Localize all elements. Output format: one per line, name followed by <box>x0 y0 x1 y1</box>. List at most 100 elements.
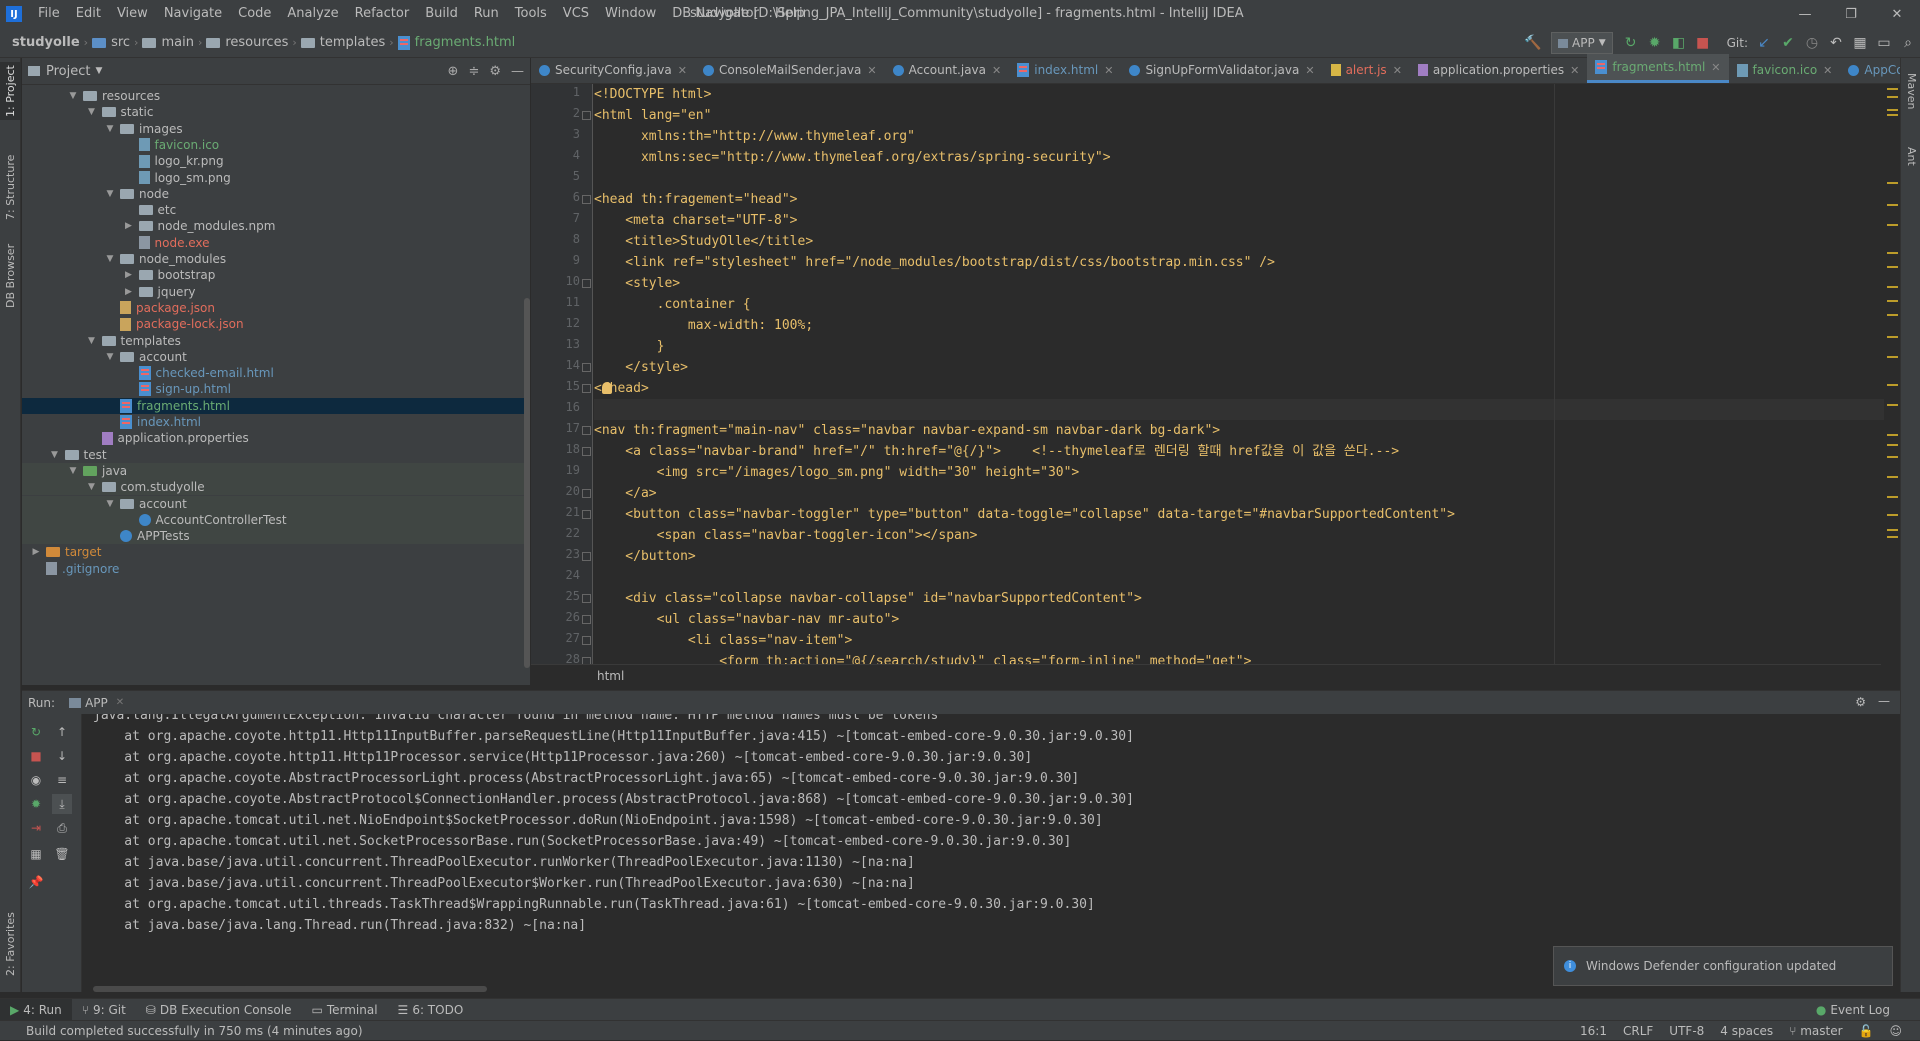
hide-panel-icon[interactable]: — <box>511 64 524 79</box>
chevron-down-icon[interactable]: ▼ <box>95 66 102 76</box>
tool-tab-maven[interactable]: Maven <box>1901 66 1920 116</box>
close-icon[interactable]: ✕ <box>1305 64 1314 77</box>
caret-position[interactable]: 16:1 <box>1572 1024 1615 1038</box>
fold-marker-icon[interactable] <box>582 510 591 519</box>
tree-node[interactable]: APPTests <box>22 528 530 545</box>
run-config-select[interactable]: APP ▼ <box>1551 32 1613 54</box>
console-line[interactable]: java.lang.IllegalArgumentException: Inva… <box>93 714 938 726</box>
line-separator[interactable]: CRLF <box>1615 1024 1661 1038</box>
breadcrumb-item[interactable]: fragments.html <box>394 35 520 50</box>
trash-icon[interactable]: 🗑 <box>52 844 72 864</box>
presentation-mode-icon[interactable]: ▭ <box>1872 31 1896 55</box>
console-line[interactable]: at org.apache.coyote.http11.Http11Proces… <box>93 747 1032 768</box>
project-view-label[interactable]: Project <box>46 64 90 79</box>
debug-bug-icon[interactable]: ✹ <box>26 794 46 814</box>
project-structure-icon[interactable]: ▦ <box>1848 31 1872 55</box>
console-horizontal-scrollbar[interactable] <box>93 986 487 992</box>
tree-node[interactable]: ▼ templates <box>22 333 530 349</box>
warning-mark[interactable] <box>1887 356 1898 358</box>
hide-panel-icon[interactable]: — <box>1878 694 1890 708</box>
warning-mark[interactable] <box>1887 204 1898 206</box>
tree-node[interactable]: ▼ com.studyolle <box>22 479 530 496</box>
menu-tools[interactable]: Tools <box>507 0 555 28</box>
warning-mark[interactable] <box>1887 109 1898 111</box>
tree-node[interactable]: AccountControllerTest <box>22 511 530 528</box>
git-history-clock-icon[interactable]: ◷ <box>1800 31 1824 55</box>
close-icon[interactable]: ✕ <box>1711 61 1720 74</box>
console-line[interactable]: at org.apache.tomcat.util.threads.TaskTh… <box>93 894 1095 915</box>
expanded-arrow-icon[interactable]: ▼ <box>104 124 116 134</box>
warning-mark[interactable] <box>1887 266 1898 268</box>
scroll-up-icon[interactable]: ↑ <box>52 722 72 742</box>
editor-tab[interactable]: favicon.ico ✕ <box>1729 57 1841 83</box>
tree-node[interactable]: ▼ images <box>22 121 530 137</box>
close-icon[interactable]: ✕ <box>1104 64 1113 77</box>
breadcrumb-item[interactable]: templates <box>297 35 389 50</box>
console-line[interactable]: at java.base/java.lang.Thread.run(Thread… <box>93 915 586 936</box>
tool-tab-project[interactable]: 1: Project <box>0 62 21 120</box>
warning-mark[interactable] <box>1887 224 1898 226</box>
tree-node[interactable]: package.json <box>22 300 530 316</box>
editor-error-stripe[interactable] <box>1884 84 1900 664</box>
fold-marker-icon[interactable] <box>582 489 591 498</box>
tool-tab-db-execution-console[interactable]: ⛁ DB Execution Console <box>136 999 302 1021</box>
fold-marker-icon[interactable] <box>582 363 591 372</box>
close-icon[interactable]: ✕ <box>116 697 124 708</box>
warning-mark[interactable] <box>1887 536 1898 538</box>
tree-node[interactable]: ▶ target <box>22 544 530 560</box>
tree-node[interactable]: ▶ bootstrap <box>22 267 530 283</box>
warning-mark[interactable] <box>1887 404 1898 406</box>
console-line[interactable]: at java.base/java.util.concurrent.Thread… <box>93 852 915 873</box>
console-line[interactable]: at org.apache.coyote.AbstractProcessorLi… <box>93 768 1079 789</box>
warning-mark[interactable] <box>1887 336 1898 338</box>
fold-marker-icon[interactable] <box>582 615 591 624</box>
warning-mark[interactable] <box>1887 300 1898 302</box>
status-message[interactable]: Build completed successfully in 750 ms (… <box>0 1024 371 1038</box>
git-branch-widget[interactable]: ⑂ master <box>1781 1024 1850 1038</box>
debug-bug-icon[interactable]: ✹ <box>1643 31 1667 55</box>
menu-edit[interactable]: Edit <box>68 0 109 28</box>
collapse-all-icon[interactable]: ≑ <box>468 64 479 79</box>
fold-marker-icon[interactable] <box>582 552 591 561</box>
console-line[interactable]: at java.base/java.util.concurrent.Thread… <box>93 873 915 894</box>
console-line[interactable]: at org.apache.coyote.AbstractProtocol$Co… <box>93 789 1134 810</box>
scroll-down-icon[interactable]: ↓ <box>52 746 72 766</box>
tool-tab-git[interactable]: ⑂ 9: Git <box>72 999 136 1021</box>
tool-tab-favorites[interactable]: 2: Favorites <box>0 902 21 986</box>
rerun-icon[interactable]: ↻ <box>26 722 46 742</box>
tree-scrollbar[interactable] <box>524 298 530 668</box>
tree-node[interactable]: ▼ node_modules <box>22 251 530 267</box>
tree-node[interactable]: ▼ test <box>22 447 530 463</box>
close-icon[interactable]: ✕ <box>1823 64 1832 77</box>
inspector-face-icon[interactable]: ☺ <box>1881 1024 1910 1038</box>
git-update-icon[interactable]: ↙ <box>1752 31 1776 55</box>
fold-marker-icon[interactable] <box>582 111 591 120</box>
tool-tab-terminal[interactable]: ▭ Terminal <box>301 999 387 1021</box>
warning-mark[interactable] <box>1887 96 1898 98</box>
rerun-icon[interactable]: ↻ <box>1619 31 1643 55</box>
intention-bulb-icon[interactable] <box>602 382 612 394</box>
event-log-button[interactable]: ● Event Log <box>1806 999 1900 1021</box>
warning-mark[interactable] <box>1887 252 1898 254</box>
fold-marker-icon[interactable] <box>582 447 591 456</box>
soft-wrap-icon[interactable]: ≡ <box>52 770 72 790</box>
scroll-to-end-icon[interactable]: ⤓ <box>52 794 72 814</box>
fold-marker-icon[interactable] <box>582 636 591 645</box>
gear-icon[interactable]: ⚙ <box>1855 695 1866 709</box>
editor-tab[interactable]: fragments.html ✕ <box>1587 54 1729 83</box>
build-hammer-icon[interactable]: 🔨 <box>1521 31 1545 55</box>
editor-tab[interactable]: alert.js ✕ <box>1323 57 1410 83</box>
warning-mark[interactable] <box>1887 456 1898 458</box>
breadcrumb-item[interactable]: main <box>138 35 197 50</box>
notification-balloon[interactable]: i Windows Defender configuration updated <box>1553 946 1893 986</box>
minimize-button[interactable]: — <box>1782 0 1828 28</box>
editor-tab[interactable]: SignUpFormValidator.java ✕ <box>1121 57 1322 83</box>
expanded-arrow-icon[interactable]: ▼ <box>86 107 98 117</box>
tree-node[interactable]: ▼ resources <box>22 88 530 104</box>
warning-mark[interactable] <box>1887 182 1898 184</box>
expanded-arrow-icon[interactable]: ▼ <box>104 254 116 264</box>
editor-tab[interactable]: ConsoleMailSender.java ✕ <box>695 57 885 83</box>
stop-icon[interactable]: ■ <box>1691 31 1715 55</box>
console-line[interactable]: at org.apache.tomcat.util.net.SocketProc… <box>93 831 1071 852</box>
indent-setting[interactable]: 4 spaces <box>1712 1024 1781 1038</box>
